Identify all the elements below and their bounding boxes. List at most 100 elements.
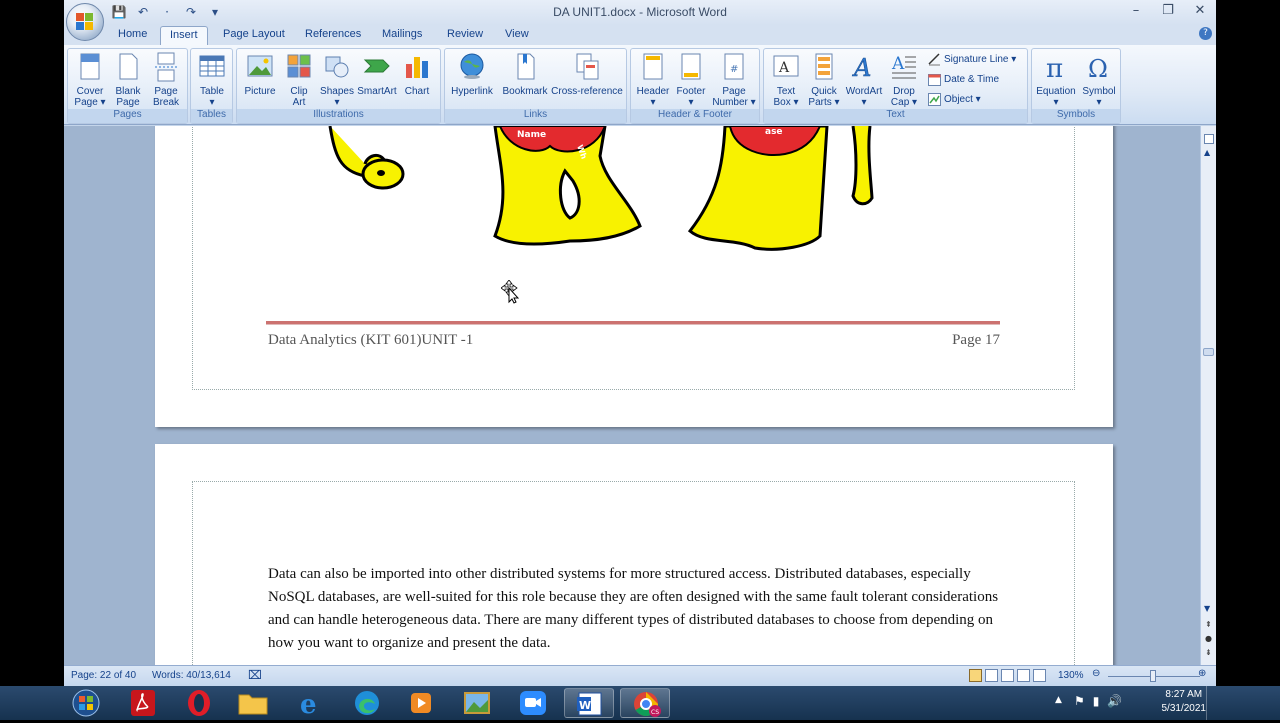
footer-icon xyxy=(677,52,705,82)
quick-parts-button[interactable]: Quick Parts ▾ xyxy=(804,51,844,108)
text-box-button[interactable]: A Text Box ▾ xyxy=(766,51,806,108)
zoom-level[interactable]: 130% xyxy=(1058,670,1084,681)
signature-line-button[interactable]: Signature Line ▾ xyxy=(928,53,1016,66)
cross-reference-button[interactable]: Cross-reference xyxy=(549,51,625,97)
picture-button[interactable]: Picture xyxy=(240,51,280,97)
browse-object-icon[interactable]: ● xyxy=(1205,634,1212,643)
zoom-app-icon xyxy=(520,691,546,715)
status-bar: Page: 22 of 40 Words: 40/13,614 ⌧ 130% ⊖… xyxy=(64,665,1216,686)
chrome-icon: CS xyxy=(634,692,661,717)
taskbar-word[interactable]: W xyxy=(564,688,614,718)
acrobat-icon xyxy=(131,690,155,716)
close-button[interactable]: ✕ xyxy=(1184,0,1216,22)
footer-button[interactable]: Footer ▾ xyxy=(671,51,711,108)
tab-review[interactable]: Review xyxy=(447,28,483,40)
network-icon[interactable]: ▮ xyxy=(1093,694,1100,708)
equation-button[interactable]: π Equation ▾ xyxy=(1034,51,1078,108)
cross-reference-icon xyxy=(573,52,601,82)
start-button[interactable] xyxy=(64,688,108,718)
taskbar-internet-explorer[interactable]: e xyxy=(286,688,336,720)
page-number-button[interactable]: # Page Number ▾ xyxy=(711,51,757,108)
object-button[interactable]: Object ▾ xyxy=(928,93,981,106)
tab-mailings[interactable]: Mailings xyxy=(382,28,422,40)
word-count-status[interactable]: Words: 40/13,614 xyxy=(152,670,231,681)
zoom-out-icon[interactable]: ⊖ xyxy=(1092,668,1100,679)
action-center-icon[interactable]: ⚑ xyxy=(1074,694,1085,708)
body-paragraph[interactable]: Data can also be imported into other dis… xyxy=(268,563,1003,655)
cartoon-characters-image[interactable]: Name Wh ase xyxy=(305,126,885,256)
zoom-slider-thumb[interactable] xyxy=(1150,670,1156,682)
scroll-up-arrow[interactable]: ▲ xyxy=(1204,148,1210,157)
tab-references[interactable]: References xyxy=(305,28,361,40)
ruler-toggle-icon[interactable] xyxy=(1204,134,1214,144)
tab-insert[interactable]: Insert xyxy=(160,26,208,46)
shapes-button[interactable]: Shapes ▾ xyxy=(317,51,357,108)
cover-page-icon xyxy=(76,52,104,82)
svg-text:A: A xyxy=(852,54,871,82)
next-page-icon[interactable]: ⇟ xyxy=(1205,648,1212,657)
document-page[interactable]: Data can also be imported into other dis… xyxy=(155,444,1113,665)
taskbar-opera[interactable] xyxy=(174,688,224,718)
group-links: Hyperlink Bookmark Cross-reference Links xyxy=(444,48,627,124)
show-desktop-button[interactable] xyxy=(1206,686,1216,720)
vertical-scrollbar[interactable]: ▲ ▼ ⇞ ● ⇟ xyxy=(1200,126,1216,665)
scroll-thumb[interactable] xyxy=(1203,348,1214,356)
clip-art-button[interactable]: Clip Art xyxy=(279,51,319,108)
page-break-button[interactable]: Page Break xyxy=(146,51,186,108)
tray-icons[interactable]: ⚑ ▮ 🔊 xyxy=(1074,694,1122,708)
cover-page-button[interactable]: Cover Page ▾ xyxy=(70,51,110,108)
symbol-button[interactable]: Ω Symbol ▾ xyxy=(1078,51,1120,108)
svg-text:e: e xyxy=(300,690,317,718)
taskbar-photos[interactable] xyxy=(452,688,502,718)
hyperlink-globe-icon xyxy=(458,52,486,82)
office-button[interactable] xyxy=(66,3,104,41)
table-button[interactable]: Table ▾ xyxy=(192,51,232,108)
zoom-in-icon[interactable]: ⊕ xyxy=(1198,668,1206,679)
date-time-button[interactable]: Date & Time xyxy=(928,73,999,86)
folder-icon xyxy=(238,694,268,715)
table-icon xyxy=(198,52,226,82)
bookmark-button[interactable]: Bookmark xyxy=(501,51,549,97)
bookmark-icon xyxy=(511,52,539,82)
drop-cap-button[interactable]: A Drop Cap ▾ xyxy=(884,51,924,108)
taskbar-media-player[interactable] xyxy=(396,688,446,718)
proofing-icon[interactable]: ⌧ xyxy=(248,668,262,682)
signature-line-icon xyxy=(928,53,941,66)
scroll-down-arrow[interactable]: ▼ xyxy=(1204,604,1210,613)
taskbar-zoom[interactable] xyxy=(508,688,558,718)
group-tables: Table ▾ Tables xyxy=(190,48,233,124)
taskbar: e W CS ▲ ⚑ ▮ 🔊 8:27 AM 5/31/2021 xyxy=(0,686,1280,720)
show-hidden-icons[interactable]: ▲ xyxy=(1055,695,1062,705)
chart-button[interactable]: Chart xyxy=(397,51,437,97)
group-illustrations: Picture Clip Art Shapes ▾ SmartArt Chart… xyxy=(236,48,441,124)
volume-icon[interactable]: 🔊 xyxy=(1107,694,1122,708)
system-clock[interactable]: 8:27 AM 5/31/2021 xyxy=(1162,688,1207,716)
page-count-status[interactable]: Page: 22 of 40 xyxy=(71,670,136,681)
image-label-name: Name xyxy=(517,130,546,140)
wordart-button[interactable]: A WordArt ▾ xyxy=(844,51,884,108)
taskbar-edge[interactable] xyxy=(342,688,392,718)
view-layout-icons[interactable] xyxy=(969,669,1049,682)
taskbar-acrobat[interactable] xyxy=(118,688,168,718)
window-title: DA UNIT1.docx - Microsoft Word xyxy=(553,5,727,19)
restore-button[interactable]: ❐ xyxy=(1152,0,1184,22)
tab-page-layout[interactable]: Page Layout xyxy=(223,28,285,40)
tab-home[interactable]: Home xyxy=(118,28,147,40)
help-icon[interactable]: ? xyxy=(1199,27,1212,40)
omega-icon: Ω xyxy=(1085,52,1113,83)
svg-text:#: # xyxy=(730,64,738,75)
smartart-button[interactable]: SmartArt xyxy=(357,51,397,97)
hyperlink-button[interactable]: Hyperlink xyxy=(450,51,494,97)
previous-page-icon[interactable]: ⇞ xyxy=(1205,620,1212,629)
tab-view[interactable]: View xyxy=(505,28,529,40)
move-cursor-icon xyxy=(501,280,520,304)
taskbar-chrome[interactable]: CS xyxy=(620,688,670,718)
taskbar-file-explorer[interactable] xyxy=(228,688,278,718)
header-button[interactable]: Header ▾ xyxy=(633,51,673,108)
minimize-button[interactable]: – xyxy=(1120,0,1152,22)
document-page[interactable]: Name Wh ase Data Analytics (KIT 601)UNIT… xyxy=(155,126,1113,427)
group-label-header-footer: Header & Footer xyxy=(631,109,759,123)
blank-page-button[interactable]: Blank Page xyxy=(108,51,148,108)
document-area[interactable]: Name Wh ase Data Analytics (KIT 601)UNIT… xyxy=(64,126,1200,665)
view-buttons[interactable] xyxy=(969,669,1049,685)
